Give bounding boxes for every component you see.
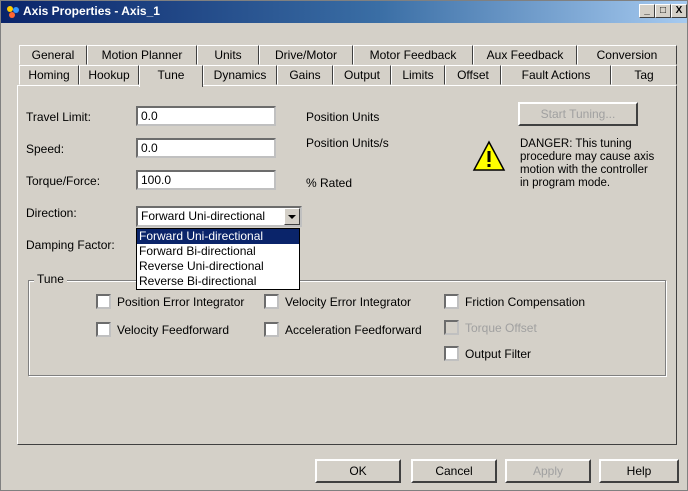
apply-button[interactable]: Apply	[505, 459, 591, 483]
checkbox-label: Velocity Feedforward	[117, 323, 230, 337]
tab-tag[interactable]: Tag	[611, 65, 677, 85]
chevron-down-icon[interactable]	[284, 208, 300, 225]
direction-option[interactable]: Forward Bi-directional	[137, 244, 299, 259]
tab-output[interactable]: Output	[333, 65, 391, 85]
minimize-button[interactable]: _	[639, 4, 655, 18]
tab-fault-actions[interactable]: Fault Actions	[501, 65, 611, 85]
friction-compensation-checkbox[interactable]: Friction Compensation	[444, 294, 585, 309]
checkbox-box[interactable]	[264, 294, 279, 309]
checkbox-box[interactable]	[264, 322, 279, 337]
tab-motor-feedback[interactable]: Motor Feedback	[353, 45, 473, 65]
travel-limit-label: Travel Limit:	[26, 110, 91, 124]
travel-limit-input[interactable]: 0.0	[136, 106, 276, 126]
velocity-error-integrator-checkbox[interactable]: Velocity Error Integrator	[264, 294, 411, 309]
travel-limit-unit: Position Units	[306, 110, 380, 124]
checkbox-box[interactable]	[96, 294, 111, 309]
checkbox-label: Torque Offset	[465, 321, 537, 335]
tab-limits[interactable]: Limits	[391, 65, 445, 85]
tab-drive-motor[interactable]: Drive/Motor	[259, 45, 353, 65]
speed-label: Speed:	[26, 142, 65, 156]
tune-tab-panel: Travel Limit: 0.0 Position Units Speed: …	[17, 85, 677, 445]
velocity-feedforward-checkbox[interactable]: Velocity Feedforward	[96, 322, 229, 337]
speed-unit: Position Units/s	[306, 136, 389, 150]
tab-offset[interactable]: Offset	[445, 65, 501, 85]
maximize-button[interactable]: □	[655, 4, 671, 18]
window-title: Axis Properties - Axis_1	[23, 4, 160, 18]
speed-input[interactable]: 0.0	[136, 138, 276, 158]
warning-line: in program mode.	[520, 177, 611, 189]
checkbox-label: Velocity Error Integrator	[285, 295, 412, 309]
checkbox-box[interactable]	[96, 322, 111, 337]
tab-units[interactable]: Units	[197, 45, 259, 65]
torque-unit: % Rated	[306, 176, 353, 190]
checkbox-box[interactable]	[444, 320, 459, 335]
checkbox-label: Acceleration Feedforward	[285, 323, 422, 337]
tune-group-title: Tune	[34, 272, 67, 286]
close-button[interactable]: X	[671, 4, 687, 18]
tab-dynamics[interactable]: Dynamics	[203, 65, 277, 85]
direction-option[interactable]: Forward Uni-directional	[137, 229, 299, 244]
direction-dropdown-list: Forward Uni-directional Forward Bi-direc…	[136, 228, 300, 290]
tab-conversion[interactable]: Conversion	[577, 45, 677, 65]
warning-icon	[472, 140, 506, 171]
axis-app-icon	[7, 6, 19, 18]
output-filter-checkbox[interactable]: Output Filter	[444, 346, 531, 361]
torque-input[interactable]: 100.0	[136, 170, 276, 190]
damping-factor-label: Damping Factor:	[26, 238, 115, 252]
checkbox-box[interactable]	[444, 294, 459, 309]
warning-line: DANGER: This tuning	[520, 138, 632, 150]
tab-homing[interactable]: Homing	[19, 65, 79, 85]
direction-selected-value: Forward Uni-directional	[141, 209, 266, 223]
direction-option[interactable]: Reverse Uni-directional	[137, 259, 299, 274]
axis-properties-window: Axis Properties - Axis_1 _ □ X General M…	[0, 0, 688, 491]
tab-general[interactable]: General	[19, 45, 87, 65]
warning-line: procedure may cause axis	[520, 151, 655, 163]
checkbox-box[interactable]	[444, 346, 459, 361]
direction-option[interactable]: Reverse Bi-directional	[137, 274, 299, 289]
start-tuning-button[interactable]: Start Tuning...	[518, 102, 638, 126]
torque-label: Torque/Force:	[26, 174, 101, 188]
torque-offset-checkbox[interactable]: Torque Offset	[444, 320, 537, 335]
warning-line: motion with the controller	[520, 164, 648, 176]
tab-motion-planner[interactable]: Motion Planner	[87, 45, 197, 65]
position-error-integrator-checkbox[interactable]: Position Error Integrator	[96, 294, 244, 309]
direction-select[interactable]: Forward Uni-directional	[136, 206, 302, 227]
acceleration-feedforward-checkbox[interactable]: Acceleration Feedforward	[264, 322, 422, 337]
help-button[interactable]: Help	[599, 459, 679, 483]
danger-warning-text: DANGER: This tuning procedure may cause …	[520, 138, 654, 190]
tab-aux-feedback[interactable]: Aux Feedback	[473, 45, 577, 65]
checkbox-label: Output Filter	[465, 347, 532, 361]
checkbox-label: Friction Compensation	[465, 295, 586, 309]
tab-gains[interactable]: Gains	[277, 65, 333, 85]
tab-tune[interactable]: Tune	[139, 65, 203, 87]
ok-button[interactable]: OK	[315, 459, 401, 483]
direction-label: Direction:	[26, 206, 77, 220]
cancel-button[interactable]: Cancel	[411, 459, 497, 483]
tab-hookup[interactable]: Hookup	[79, 65, 139, 85]
title-bar[interactable]: Axis Properties - Axis_1 _ □ X	[1, 1, 687, 23]
checkbox-label: Position Error Integrator	[117, 295, 245, 309]
